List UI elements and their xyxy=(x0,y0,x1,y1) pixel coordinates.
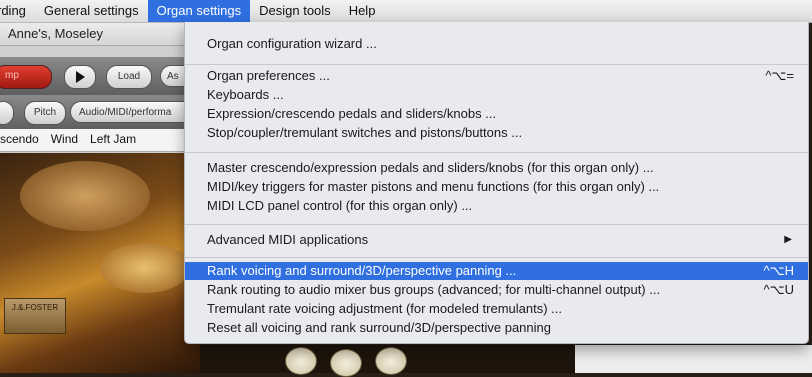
menu-item-label: Keyboards ... xyxy=(207,87,284,102)
menu-item-midi-key-triggers[interactable]: MIDI/key triggers for master pistons and… xyxy=(185,178,808,196)
menu-design-tools[interactable]: Design tools xyxy=(250,0,340,22)
desktop-background xyxy=(575,345,812,373)
menu-item-label: Advanced MIDI applications xyxy=(207,232,369,247)
menu-item-label: Tremulant rate voicing adjustment (for m… xyxy=(207,301,562,316)
console-photo: J.&.FOSTER xyxy=(0,153,200,373)
menu-separator xyxy=(185,257,808,258)
window-title-bar: Anne's, Moseley xyxy=(0,23,200,46)
stop-knobs-area xyxy=(200,345,580,377)
menu-recording[interactable]: rding xyxy=(0,0,35,22)
menu-item-midi-lcd-panel[interactable]: MIDI LCD panel control (for this organ o… xyxy=(185,197,808,215)
menu-item-master-crescendo[interactable]: Master crescendo/expression pedals and s… xyxy=(185,159,808,177)
window-title: Anne's, Moseley xyxy=(8,26,103,41)
menu-item-label: MIDI/key triggers for master pistons and… xyxy=(207,179,660,194)
pitch-button[interactable]: Pitch xyxy=(24,101,66,125)
tab-wind[interactable]: Wind xyxy=(45,129,84,151)
settings-toolbar: Pitch Audio/MIDI/performa xyxy=(0,95,210,129)
menu-item-reset-voicing[interactable]: Reset all voicing and rank surround/3D/p… xyxy=(185,319,808,337)
menu-item-label: Rank voicing and surround/3D/perspective… xyxy=(207,263,517,278)
menu-separator xyxy=(185,152,808,153)
menu-separator xyxy=(185,224,808,225)
menu-item-organ-configuration-wizard[interactable]: Organ configuration wizard ... xyxy=(185,35,808,53)
play-icon xyxy=(76,71,85,83)
transport-toolbar: mp Load As xyxy=(0,57,200,95)
menu-item-advanced-midi[interactable]: Advanced MIDI applications ▶ xyxy=(185,231,808,249)
menu-item-rank-routing[interactable]: Rank routing to audio mixer bus groups (… xyxy=(185,281,808,299)
menu-item-shortcut: ^⌥= xyxy=(765,68,794,83)
menu-item-tremulant-rate[interactable]: Tremulant rate voicing adjustment (for m… xyxy=(185,300,808,318)
record-button[interactable]: mp xyxy=(0,65,52,89)
submenu-arrow-icon: ▶ xyxy=(784,234,792,245)
toolbar-button-partial[interactable] xyxy=(0,101,14,125)
menu-bar: rding General settings Organ settings De… xyxy=(0,0,812,23)
menu-separator xyxy=(185,64,808,65)
builder-plaque: J.&.FOSTER xyxy=(4,298,66,334)
menu-item-stop-switches[interactable]: Stop/coupler/tremulant switches and pist… xyxy=(185,124,808,142)
menu-general-settings[interactable]: General settings xyxy=(35,0,148,22)
section-tabs: scendo Wind Left Jam xyxy=(0,129,200,152)
record-button-label: mp xyxy=(5,70,19,81)
organ-app-window: Anne's, Moseley mp Load As Pitch Audio/M… xyxy=(0,23,210,373)
menu-item-label: Expression/crescendo pedals and sliders/… xyxy=(207,106,497,121)
menu-item-shortcut: ^⌥U xyxy=(763,282,794,297)
menu-item-label: Stop/coupler/tremulant switches and pist… xyxy=(207,125,523,140)
menu-item-organ-preferences[interactable]: Organ preferences ... ^⌥= xyxy=(185,67,808,85)
menu-item-label: Master crescendo/expression pedals and s… xyxy=(207,160,654,175)
menu-help[interactable]: Help xyxy=(340,0,385,22)
menu-item-label: Organ configuration wizard ... xyxy=(207,36,377,51)
menu-item-keyboards[interactable]: Keyboards ... xyxy=(185,86,808,104)
tab-left-jamb[interactable]: Left Jam xyxy=(84,129,142,151)
menu-item-shortcut: ^⌥H xyxy=(763,263,794,278)
stop-knob[interactable] xyxy=(375,347,407,375)
tab-crescendo[interactable]: scendo xyxy=(0,129,45,151)
menu-organ-settings[interactable]: Organ settings xyxy=(147,0,251,22)
load-button[interactable]: Load xyxy=(106,65,152,89)
menu-item-label: Rank routing to audio mixer bus groups (… xyxy=(207,282,661,297)
menu-item-label: Organ preferences ... xyxy=(207,68,330,83)
menu-item-label: Reset all voicing and rank surround/3D/p… xyxy=(207,320,551,335)
play-button[interactable] xyxy=(64,65,96,89)
organ-settings-menu: Organ configuration wizard ... Organ pre… xyxy=(184,22,809,344)
menu-item-label: MIDI LCD panel control (for this organ o… xyxy=(207,198,473,213)
menu-item-rank-voicing[interactable]: Rank voicing and surround/3D/perspective… xyxy=(185,262,808,280)
stop-knob[interactable] xyxy=(285,347,317,375)
menu-item-expression-pedals[interactable]: Expression/crescendo pedals and sliders/… xyxy=(185,105,808,123)
